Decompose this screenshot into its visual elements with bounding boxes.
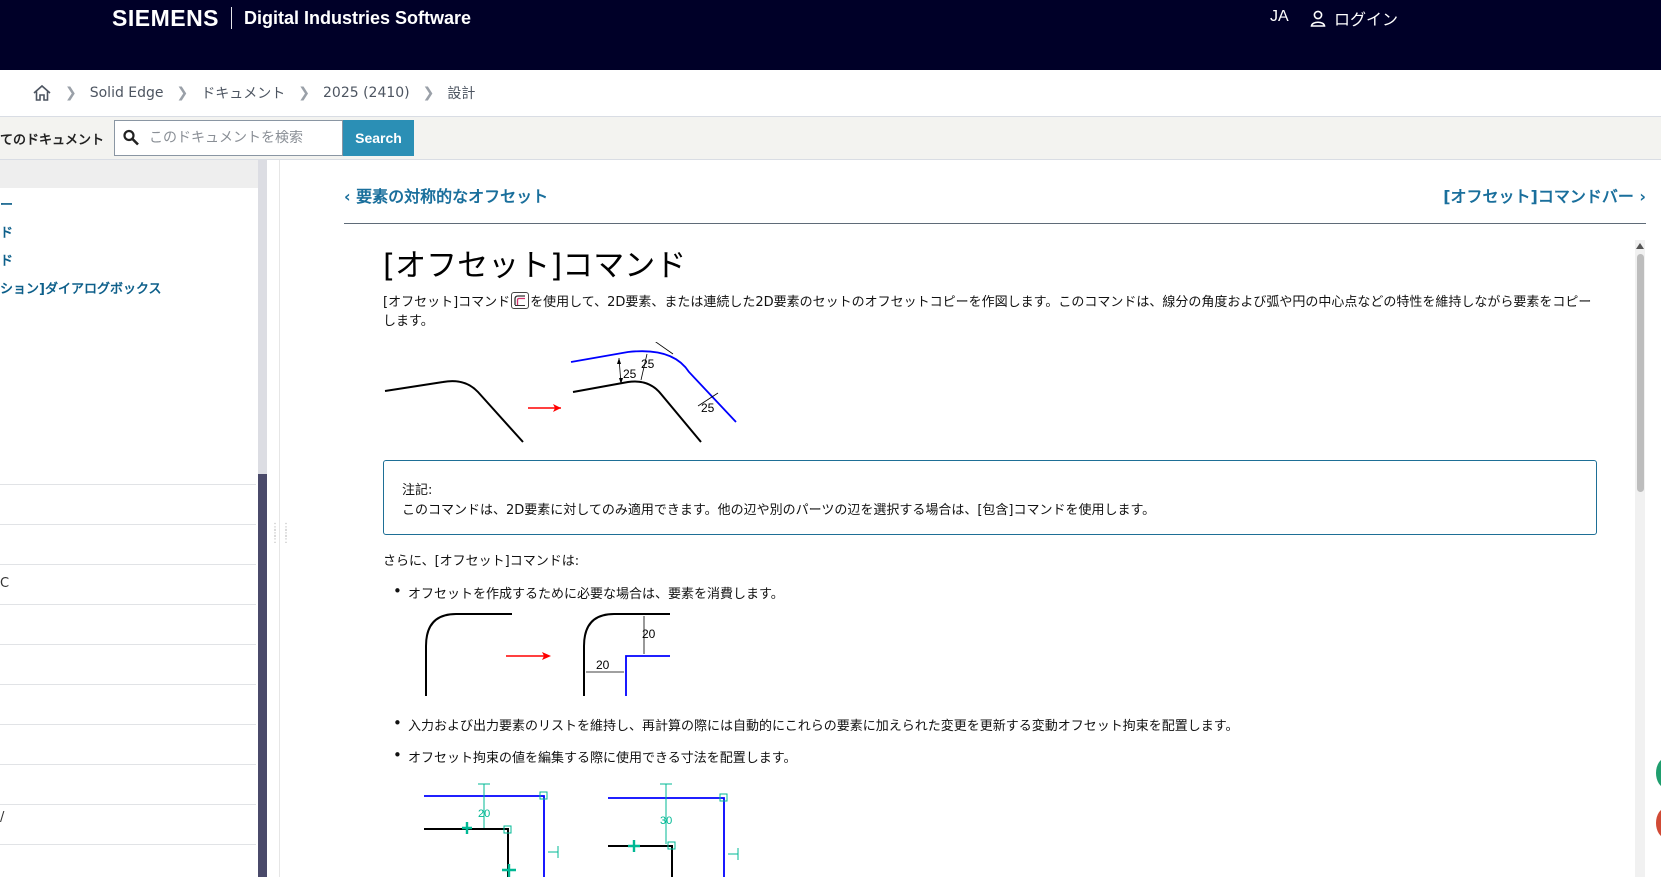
sidebar-item[interactable]: ド xyxy=(0,222,13,241)
offset-command-icon xyxy=(511,292,530,309)
list-item: オフセットを作成するために必要な場合は、要素を消費します。 xyxy=(393,582,784,602)
home-icon[interactable] xyxy=(32,84,52,102)
chevron-right-icon: ❯ xyxy=(298,85,311,101)
top-header: SIEMENS Digital Industries Software JA ロ… xyxy=(0,0,1661,70)
grip-icon: ⋮⋮ ⋮⋮ ⋮⋮ xyxy=(270,522,292,545)
body-paragraph: さらに、[オフセット]コマンドは: xyxy=(383,554,580,569)
dimension-example-figure: 20 30 xyxy=(424,783,739,877)
brand-divider xyxy=(231,7,233,29)
note-label: 注記: xyxy=(402,483,433,498)
content-scrollbar-thumb[interactable] xyxy=(1637,254,1644,492)
search-button[interactable]: Search xyxy=(343,120,414,156)
feedback-widget[interactable] xyxy=(1656,758,1661,788)
sidebar-item[interactable]: ー xyxy=(0,194,13,213)
sidebar-resize-handle[interactable] xyxy=(267,160,280,877)
siemens-logo: SIEMENS xyxy=(112,4,220,31)
breadcrumb-item-product[interactable]: Solid Edge xyxy=(90,85,164,101)
topic-navigation: ‹ 要素の対称的なオフセット [オフセット]コマンドバー › xyxy=(344,183,1646,224)
login-label: ログイン xyxy=(1334,10,1399,29)
scroll-up-icon[interactable] xyxy=(1636,243,1644,249)
chat-widget[interactable] xyxy=(1656,808,1661,838)
dimension-label: 25 xyxy=(623,367,637,381)
breadcrumb-item-version[interactable]: 2025 (2410) xyxy=(323,85,410,101)
dimension-label: 30 xyxy=(660,815,672,827)
list-item: オフセット拘束の値を編集する際に使用できる寸法を配置します。 xyxy=(393,746,796,766)
previous-topic-link[interactable]: ‹ 要素の対称的なオフセット xyxy=(344,183,548,207)
login-button[interactable]: ログイン xyxy=(1310,6,1398,30)
chevron-right-icon: ❯ xyxy=(176,85,189,101)
sidebar-item[interactable]: ド xyxy=(0,250,13,269)
sidebar-item[interactable]: / xyxy=(0,810,4,825)
search-scope-label[interactable]: てのドキュメント xyxy=(0,129,104,148)
sidebar-selected-row[interactable] xyxy=(0,160,258,188)
brand[interactable]: SIEMENS Digital Industries Software xyxy=(112,4,471,32)
search-input[interactable] xyxy=(149,130,329,146)
chevron-right-icon: › xyxy=(1639,187,1646,206)
chevron-right-icon: ❯ xyxy=(65,85,77,101)
dimension-label: 25 xyxy=(641,357,655,371)
sidebar-item[interactable]: C xyxy=(0,576,9,591)
sidebar-scrollbar-thumb[interactable] xyxy=(258,474,267,877)
next-topic-link[interactable]: [オフセット]コマンドバー › xyxy=(1443,183,1646,207)
brand-subtitle: Digital Industries Software xyxy=(244,7,472,28)
consume-example-figure: 20 20 xyxy=(425,613,670,696)
dimension-label: 20 xyxy=(478,808,490,820)
chevron-right-icon: ❯ xyxy=(422,85,435,101)
note-box: 注記: このコマンドは、2D要素に対してのみ適用できます。他の辺や別のパーツの辺… xyxy=(383,460,1597,535)
search-bar: てのドキュメント Search xyxy=(0,117,1661,160)
list-item: 入力および出力要素のリストを維持し、再計算の際には自動的にこれらの要素に加えられ… xyxy=(393,714,1238,734)
breadcrumb: ❯ Solid Edge ❯ ドキュメント ❯ 2025 (2410) ❯ 設計 xyxy=(0,70,1661,117)
breadcrumb-item-design[interactable]: 設計 xyxy=(447,83,475,103)
chevron-left-icon: ‹ xyxy=(344,187,351,206)
intro-paragraph: [オフセット]コマンド を使用して、2D要素、または連続した2D要素のセットのオフ… xyxy=(383,292,1599,331)
page-title: [オフセット]コマンド xyxy=(383,248,687,284)
breadcrumb-item-documents[interactable]: ドキュメント xyxy=(201,83,285,103)
dimension-label: 25 xyxy=(701,401,715,415)
language-selector[interactable]: JA xyxy=(1270,8,1289,26)
user-icon xyxy=(1310,10,1326,27)
sidebar-item[interactable]: ション]ダイアログボックス xyxy=(0,278,162,297)
note-text: このコマンドは、2D要素に対してのみ適用できます。他の辺や別のパーツの辺を選択す… xyxy=(402,503,1156,518)
dimension-label: 20 xyxy=(596,658,610,672)
offset-example-figure: 25 25 25 xyxy=(384,342,737,443)
sidebar-toc: ー ド ド ション]ダイアログボックス C / xyxy=(0,160,258,877)
search-field[interactable] xyxy=(114,120,343,156)
dimension-label: 20 xyxy=(642,627,656,641)
search-icon xyxy=(123,129,139,146)
